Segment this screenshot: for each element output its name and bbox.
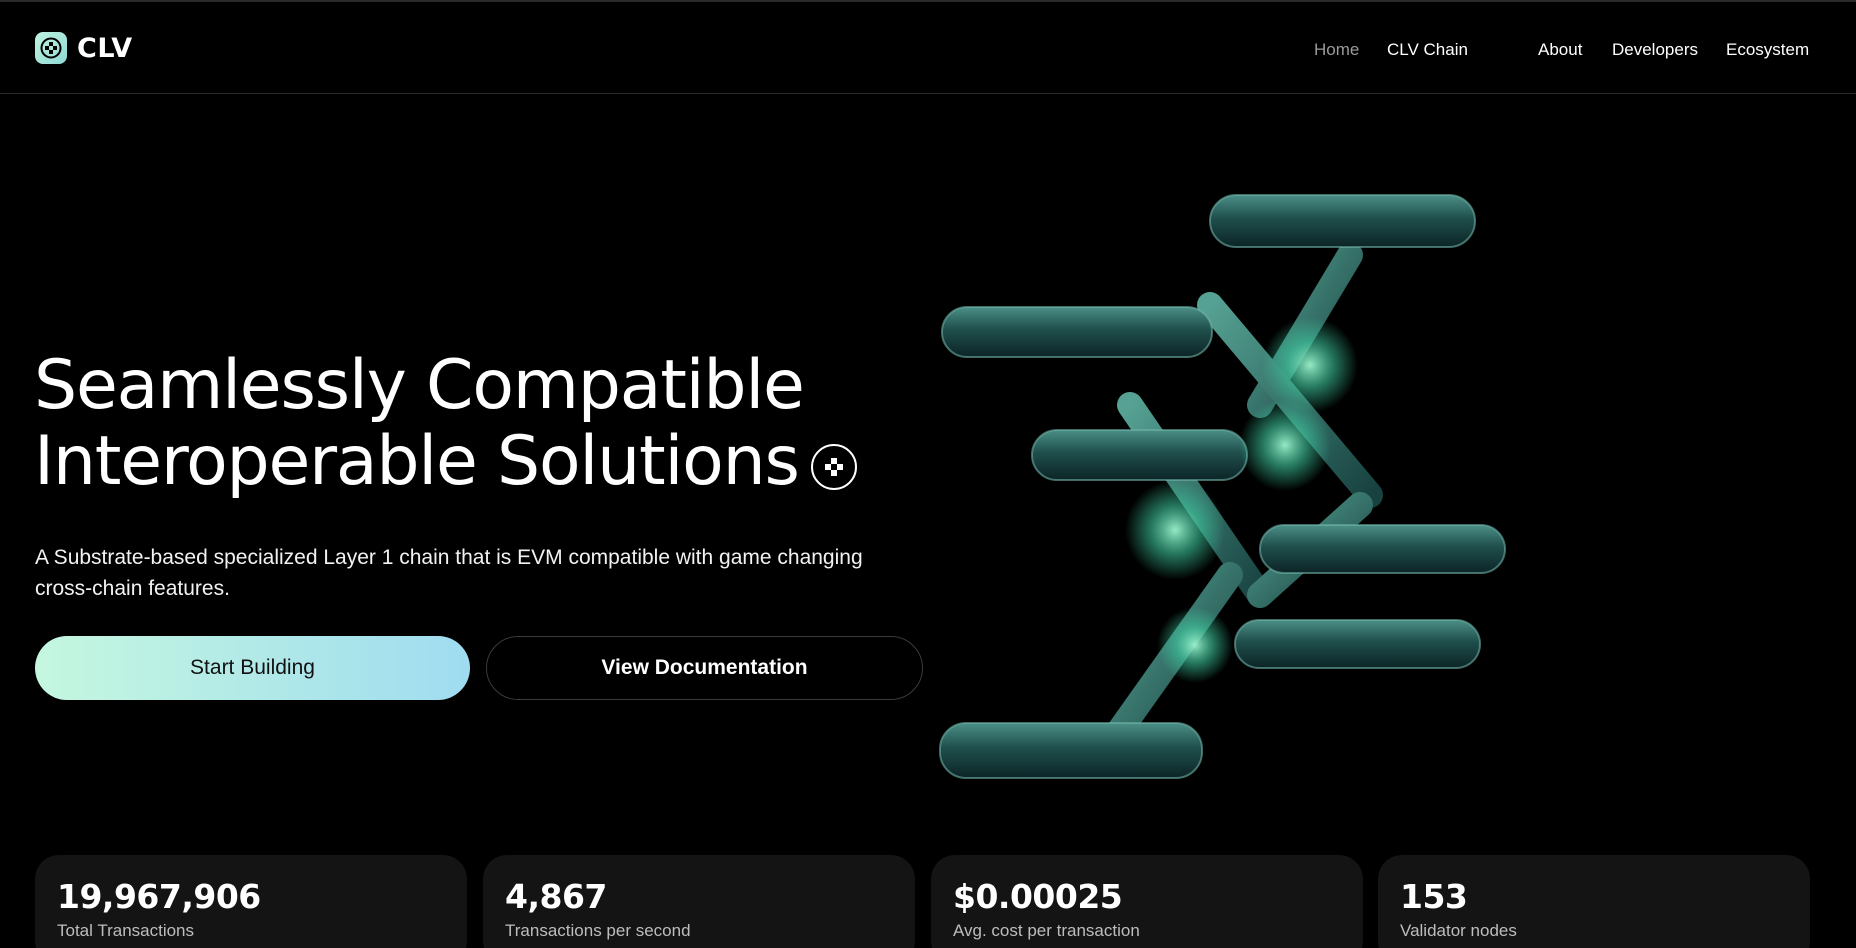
headline-line-1: Seamlessly Compatible — [34, 346, 805, 425]
nav-ecosystem[interactable]: Ecosystem — [1726, 40, 1809, 60]
hero-subtitle: A Substrate-based specialized Layer 1 ch… — [35, 546, 863, 600]
stat-card: $0.00025 Avg. cost per transaction — [931, 855, 1363, 948]
headline-line-2: Interoperable Solutions — [34, 422, 800, 501]
clv-emblem-icon — [810, 444, 857, 490]
nav-home[interactable]: Home — [1314, 40, 1359, 60]
nav-developers[interactable]: Developers — [1612, 40, 1698, 60]
stat-value: 153 — [1400, 877, 1468, 916]
stat-value: $0.00025 — [953, 877, 1123, 916]
stat-label: Validator nodes — [1400, 921, 1517, 940]
stat-card: 4,867 Transactions per second — [483, 855, 915, 948]
stat-card: 19,967,906 Total Transactions — [35, 855, 467, 948]
stat-value: 19,967,906 — [57, 877, 261, 916]
nav-about[interactable]: About — [1538, 40, 1582, 60]
stat-card: 153 Validator nodes — [1378, 855, 1810, 948]
view-documentation-button[interactable]: View Documentation — [486, 636, 923, 700]
hero-headline: Seamlessly Compatible Interoperable Solu… — [34, 348, 857, 500]
stat-label: Avg. cost per transaction — [953, 921, 1140, 940]
stat-label: Total Transactions — [57, 921, 195, 940]
chain-illustration — [939, 194, 1506, 779]
nav-clv-chain[interactable]: CLV Chain — [1387, 40, 1468, 60]
stat-label: Transactions per second — [505, 921, 691, 940]
site-header: CLV Home CLV Chain About Developers Ecos… — [0, 2, 1856, 94]
stat-value: 4,867 — [505, 877, 607, 916]
start-building-button[interactable]: Start Building — [35, 636, 470, 700]
main-nav: Home CLV Chain About Developers Ecosyste… — [0, 40, 1856, 64]
